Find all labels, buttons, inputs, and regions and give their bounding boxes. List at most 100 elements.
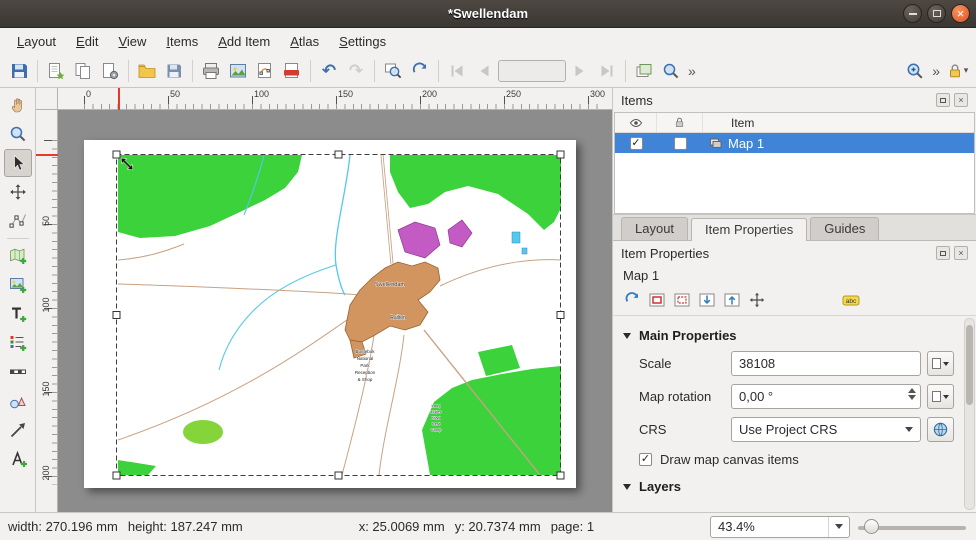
menu-edit[interactable]: Edit bbox=[67, 31, 107, 52]
lock-items-button[interactable]: ▾ bbox=[944, 58, 970, 84]
layout-canvas[interactable]: Swellendam Railton Bontebok National Par… bbox=[58, 110, 612, 512]
move-item-content-tool-button[interactable] bbox=[4, 178, 32, 206]
menu-atlas[interactable]: Atlas bbox=[281, 31, 328, 52]
visibility-checkbox[interactable]: ✓ bbox=[630, 137, 643, 150]
scale-input[interactable] bbox=[731, 351, 921, 376]
add-north-arrow-button[interactable] bbox=[4, 445, 32, 473]
handle-top-right[interactable] bbox=[557, 151, 564, 158]
toolbar-overflow-button[interactable]: » bbox=[685, 63, 699, 79]
atlas-settings-button[interactable] bbox=[631, 58, 657, 84]
update-map-preview-button[interactable] bbox=[621, 289, 643, 311]
maximize-button[interactable] bbox=[927, 4, 946, 23]
new-layout-button[interactable] bbox=[43, 58, 69, 84]
atlas-next-button[interactable] bbox=[567, 58, 593, 84]
set-scale-from-canvas-button[interactable] bbox=[696, 289, 718, 311]
load-template-button[interactable] bbox=[134, 58, 160, 84]
items-row-map1[interactable]: ✓ Map 1 bbox=[615, 133, 974, 153]
handle-middle-left[interactable] bbox=[113, 312, 120, 319]
tab-layout[interactable]: Layout bbox=[621, 217, 688, 240]
urban-polygon bbox=[345, 262, 440, 342]
zoom-full-button[interactable] bbox=[380, 58, 406, 84]
add-map-button[interactable] bbox=[4, 242, 32, 270]
handle-top-left[interactable] bbox=[113, 151, 120, 158]
atlas-previous-button[interactable] bbox=[471, 58, 497, 84]
add-arrow-button[interactable] bbox=[4, 416, 32, 444]
menu-view[interactable]: View bbox=[109, 31, 155, 52]
zoom-in-button[interactable] bbox=[902, 58, 928, 84]
handle-top-middle[interactable] bbox=[335, 151, 342, 158]
set-map-extent-button[interactable] bbox=[646, 289, 668, 311]
atlas-last-button[interactable] bbox=[594, 58, 620, 84]
menu-layout[interactable]: Layout bbox=[8, 31, 65, 52]
layout-page[interactable]: Swellendam Railton Bontebok National Par… bbox=[84, 140, 576, 488]
pan-tool-button[interactable] bbox=[4, 91, 32, 119]
select-move-item-tool-button[interactable] bbox=[4, 149, 32, 177]
spin-arrows[interactable] bbox=[908, 388, 916, 400]
export-pdf-button[interactable] bbox=[279, 58, 305, 84]
move-map-content-button[interactable] bbox=[746, 289, 768, 311]
export-svg-button[interactable] bbox=[252, 58, 278, 84]
menu-settings[interactable]: Settings bbox=[330, 31, 395, 52]
props-close-button[interactable]: × bbox=[954, 246, 968, 260]
minimize-button[interactable] bbox=[903, 4, 922, 23]
preview-atlas-button[interactable] bbox=[658, 58, 684, 84]
zoom-slider[interactable] bbox=[856, 516, 968, 538]
zoom-overflow-button[interactable]: » bbox=[929, 63, 943, 79]
zoom-tool-button[interactable] bbox=[4, 120, 32, 148]
items-close-button[interactable]: × bbox=[954, 93, 968, 107]
map-rotation-spinbox[interactable]: 0,00 ° bbox=[731, 384, 921, 409]
add-label-button[interactable] bbox=[4, 300, 32, 328]
scale-override-button[interactable] bbox=[927, 351, 954, 376]
lock-checkbox[interactable] bbox=[674, 137, 687, 150]
add-scalebar-button[interactable] bbox=[4, 358, 32, 386]
draw-canvas-items-row[interactable]: ✓ Draw map canvas items bbox=[639, 452, 954, 467]
add-legend-button[interactable] bbox=[4, 329, 32, 357]
h-ruler-tick: 300 bbox=[590, 89, 605, 99]
refresh-view-button[interactable] bbox=[407, 58, 433, 84]
add-shape-button[interactable] bbox=[4, 387, 32, 415]
v-ruler-tick: 150 bbox=[41, 378, 51, 400]
tab-guides[interactable]: Guides bbox=[810, 217, 879, 240]
layout-manager-button[interactable] bbox=[97, 58, 123, 84]
label-settings-button[interactable]: abc bbox=[840, 289, 862, 311]
tab-item-properties[interactable]: Item Properties bbox=[691, 218, 807, 241]
duplicate-layout-button[interactable] bbox=[70, 58, 96, 84]
select-crs-button[interactable] bbox=[927, 417, 954, 442]
props-float-button[interactable] bbox=[936, 246, 950, 260]
redo-button[interactable]: ↷ bbox=[343, 58, 369, 84]
properties-scroll-area[interactable]: Main Properties Scale Map rotation 0,00 … bbox=[613, 316, 976, 512]
atlas-first-button[interactable] bbox=[444, 58, 470, 84]
save-template-button[interactable] bbox=[161, 58, 187, 84]
atlas-feature-combobox[interactable] bbox=[498, 60, 566, 82]
view-extent-in-canvas-button[interactable] bbox=[671, 289, 693, 311]
close-button[interactable]: × bbox=[951, 4, 970, 23]
menu-add-item[interactable]: Add Item bbox=[209, 31, 279, 52]
h-ruler-tick: 150 bbox=[338, 89, 353, 99]
set-canvas-from-extent-button[interactable] bbox=[721, 289, 743, 311]
slider-handle[interactable] bbox=[864, 519, 879, 534]
edit-nodes-tool-button[interactable] bbox=[4, 207, 32, 235]
h-ruler-tick: 50 bbox=[170, 89, 180, 99]
menu-items[interactable]: Items bbox=[157, 31, 207, 52]
main-properties-section-header[interactable]: Main Properties bbox=[623, 328, 952, 343]
save-project-button[interactable] bbox=[6, 58, 32, 84]
draw-canvas-items-checkbox[interactable]: ✓ bbox=[639, 453, 652, 466]
handle-bottom-left[interactable] bbox=[113, 472, 120, 479]
rotation-override-button[interactable] bbox=[927, 384, 954, 409]
handle-bottom-middle[interactable] bbox=[335, 472, 342, 479]
print-button[interactable] bbox=[198, 58, 224, 84]
zoom-level-combobox[interactable]: 43.4% bbox=[710, 516, 850, 538]
handle-middle-right[interactable] bbox=[557, 312, 564, 319]
crs-combobox[interactable]: Use Project CRS bbox=[731, 417, 921, 442]
items-float-button[interactable] bbox=[936, 93, 950, 107]
handle-bottom-right[interactable] bbox=[557, 472, 564, 479]
forest-polygon bbox=[478, 345, 520, 376]
properties-scrollbar[interactable] bbox=[964, 318, 975, 510]
add-picture-button[interactable] bbox=[4, 271, 32, 299]
scrollbar-thumb[interactable] bbox=[966, 325, 973, 405]
crs-row: CRS Use Project CRS bbox=[639, 417, 954, 442]
export-image-button[interactable] bbox=[225, 58, 251, 84]
layers-section-header[interactable]: Layers bbox=[623, 479, 952, 494]
map-item[interactable]: Swellendam Railton Bontebok National Par… bbox=[84, 140, 576, 488]
undo-button[interactable]: ↶ bbox=[316, 58, 342, 84]
